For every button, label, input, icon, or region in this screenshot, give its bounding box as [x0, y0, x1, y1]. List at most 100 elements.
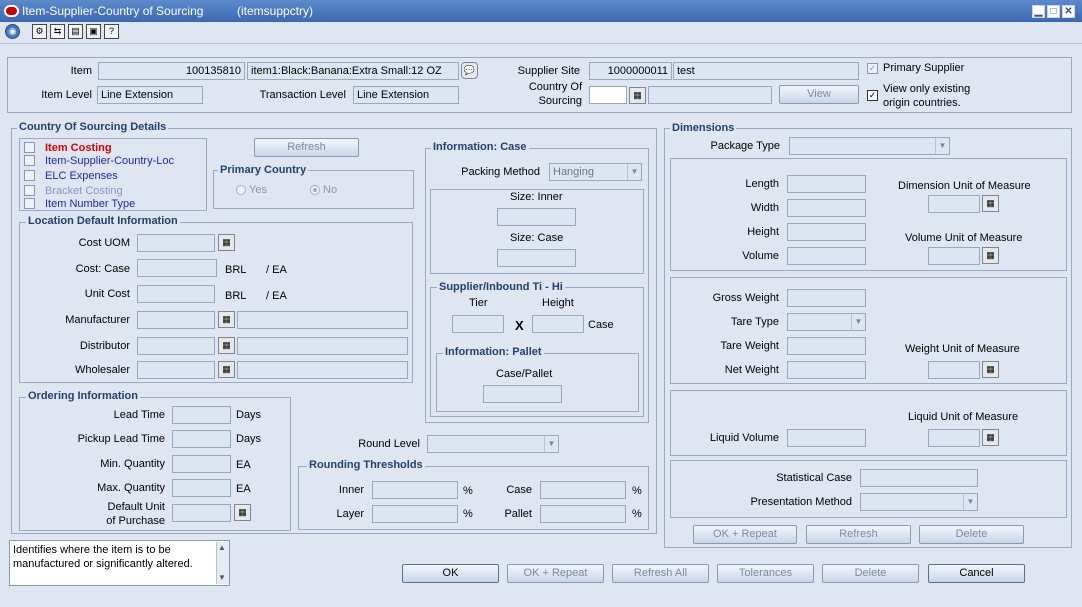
min-qty-field[interactable] [172, 455, 231, 473]
transaction-level-label: Transaction Level [259, 89, 346, 101]
options-icon[interactable]: ⇆ [50, 24, 65, 39]
country-lov-icon[interactable]: ▦ [629, 87, 646, 104]
unit-cost-per: / EA [266, 290, 287, 302]
packing-method-select[interactable]: Hanging ▼ [549, 163, 642, 181]
size-inner-field[interactable] [497, 208, 576, 226]
dim-ok-repeat-button[interactable]: OK + Repeat [693, 525, 797, 544]
scroll-up-icon[interactable]: ▲ [218, 543, 226, 552]
ok-repeat-button[interactable]: OK + Repeat [507, 564, 604, 583]
hint-text: Identifies where the item is to be manuf… [13, 544, 193, 570]
dim-uom-field[interactable] [928, 195, 980, 213]
globe-icon[interactable]: ◉ [5, 24, 20, 39]
primary-supplier-checkbox[interactable]: ✓ [867, 63, 878, 74]
max-qty-field[interactable] [172, 479, 231, 497]
weight-uom-lov-icon[interactable]: ▦ [982, 361, 999, 378]
default-unit-lov-icon[interactable]: ▦ [234, 504, 251, 521]
height-dim-field[interactable] [787, 223, 866, 241]
manufacturer-lov-icon[interactable]: ▦ [218, 311, 235, 328]
rounding-title: Rounding Thresholds [307, 459, 425, 471]
help-icon[interactable]: ? [104, 24, 119, 39]
case-threshold-field[interactable] [540, 481, 626, 499]
size-inner-label: Size: Inner [510, 191, 563, 203]
inner-threshold-field[interactable] [372, 481, 458, 499]
form-name: (itemsuppctry) [237, 4, 314, 18]
nav-item-elc-expenses[interactable]: ELC Expenses [45, 170, 118, 182]
unit-cost-field[interactable] [137, 285, 215, 303]
cost-uom-lov-icon[interactable]: ▦ [218, 234, 235, 251]
minimize-button[interactable]: ▁ [1032, 5, 1045, 18]
view-button[interactable]: View [779, 85, 859, 104]
cost-uom-field[interactable] [137, 234, 215, 252]
notes-icon[interactable]: ▤ [68, 24, 83, 39]
liquid-volume-field[interactable] [787, 429, 866, 447]
view-only-checkbox[interactable]: ✓ [867, 90, 878, 101]
refresh-all-button[interactable]: Refresh All [612, 564, 709, 583]
action-icon[interactable]: ⚙ [32, 24, 47, 39]
dim-refresh-button[interactable]: Refresh [806, 525, 911, 544]
tare-weight-field[interactable] [787, 337, 866, 355]
scroll-down-icon[interactable]: ▼ [218, 573, 226, 582]
item-info-icon[interactable]: 💬 [461, 62, 478, 79]
dim-uom-lov-icon[interactable]: ▦ [982, 195, 999, 212]
dim-delete-button[interactable]: Delete [919, 525, 1024, 544]
nav-item-costing-check [24, 142, 35, 153]
package-type-select[interactable]: ▼ [789, 137, 950, 155]
hint-scrollbar[interactable]: ▲ ▼ [216, 542, 229, 584]
layer-threshold-field[interactable] [372, 505, 458, 523]
liquid-uom-field[interactable] [928, 429, 980, 447]
cancel-button[interactable]: Cancel [928, 564, 1025, 583]
gross-weight-field[interactable] [787, 289, 866, 307]
nav-item-isc-loc[interactable]: Item-Supplier-Country-Loc [45, 155, 174, 167]
case-pallet-field[interactable] [483, 385, 562, 403]
nav-item-number-type[interactable]: Item Number Type [45, 198, 135, 210]
close-button[interactable]: ✕ [1062, 5, 1075, 18]
liquid-uom-lov-icon[interactable]: ▦ [982, 429, 999, 446]
min-qty-label: Min. Quantity [100, 458, 165, 470]
vol-uom-field[interactable] [928, 247, 980, 265]
width-field[interactable] [787, 199, 866, 217]
tare-type-select[interactable]: ▼ [787, 313, 866, 331]
manufacturer-field[interactable] [137, 311, 215, 329]
height-label: Height [542, 297, 574, 309]
wholesaler-lov-icon[interactable]: ▦ [218, 361, 235, 378]
supplier-site-name-field: test [673, 62, 859, 80]
item-desc-field: item1:Black:Banana:Extra Small:12 OZ [247, 62, 459, 80]
presentation-method-select[interactable]: ▼ [860, 493, 978, 511]
case-pct: % [632, 485, 642, 497]
primary-yes-radio[interactable] [236, 185, 246, 195]
length-field[interactable] [787, 175, 866, 193]
tier-field[interactable] [452, 315, 504, 333]
nav-item-bracket-costing[interactable]: Bracket Costing [45, 185, 123, 197]
max-qty-label: Max. Quantity [97, 482, 165, 494]
supplier-site-number-field[interactable]: 1000000011 [589, 62, 672, 80]
size-case-field[interactable] [497, 249, 576, 267]
country-of-sourcing-input[interactable] [589, 86, 627, 104]
primary-no-radio[interactable] [310, 185, 320, 195]
maximize-button[interactable]: □ [1047, 5, 1060, 18]
height-field[interactable] [532, 315, 584, 333]
volume-field[interactable] [787, 247, 866, 265]
refresh-button[interactable]: Refresh [254, 138, 359, 157]
delete-button[interactable]: Delete [822, 564, 919, 583]
default-unit-field[interactable] [172, 504, 231, 522]
net-weight-field[interactable] [787, 361, 866, 379]
print-icon[interactable]: ▣ [86, 24, 101, 39]
times-label: X [515, 318, 524, 333]
round-level-select[interactable]: ▼ [427, 435, 559, 453]
distributor-field[interactable] [137, 337, 215, 355]
tolerances-button[interactable]: Tolerances [717, 564, 814, 583]
item-number-field[interactable]: 100135810 [98, 62, 245, 80]
lead-time-field[interactable] [172, 406, 231, 424]
vol-uom-lov-icon[interactable]: ▦ [982, 247, 999, 264]
ok-button[interactable]: OK [402, 564, 499, 583]
default-unit-label-1: Default Unit [107, 501, 165, 513]
cost-case-field[interactable] [137, 259, 217, 277]
statistical-case-field[interactable] [860, 469, 978, 487]
pickup-lead-time-field[interactable] [172, 430, 231, 448]
nav-item-item-costing[interactable]: Item Costing [45, 142, 112, 154]
cost-case-currency: BRL [225, 264, 247, 276]
weight-uom-field[interactable] [928, 361, 980, 379]
distributor-lov-icon[interactable]: ▦ [218, 337, 235, 354]
pallet-threshold-field[interactable] [540, 505, 626, 523]
wholesaler-field[interactable] [137, 361, 215, 379]
